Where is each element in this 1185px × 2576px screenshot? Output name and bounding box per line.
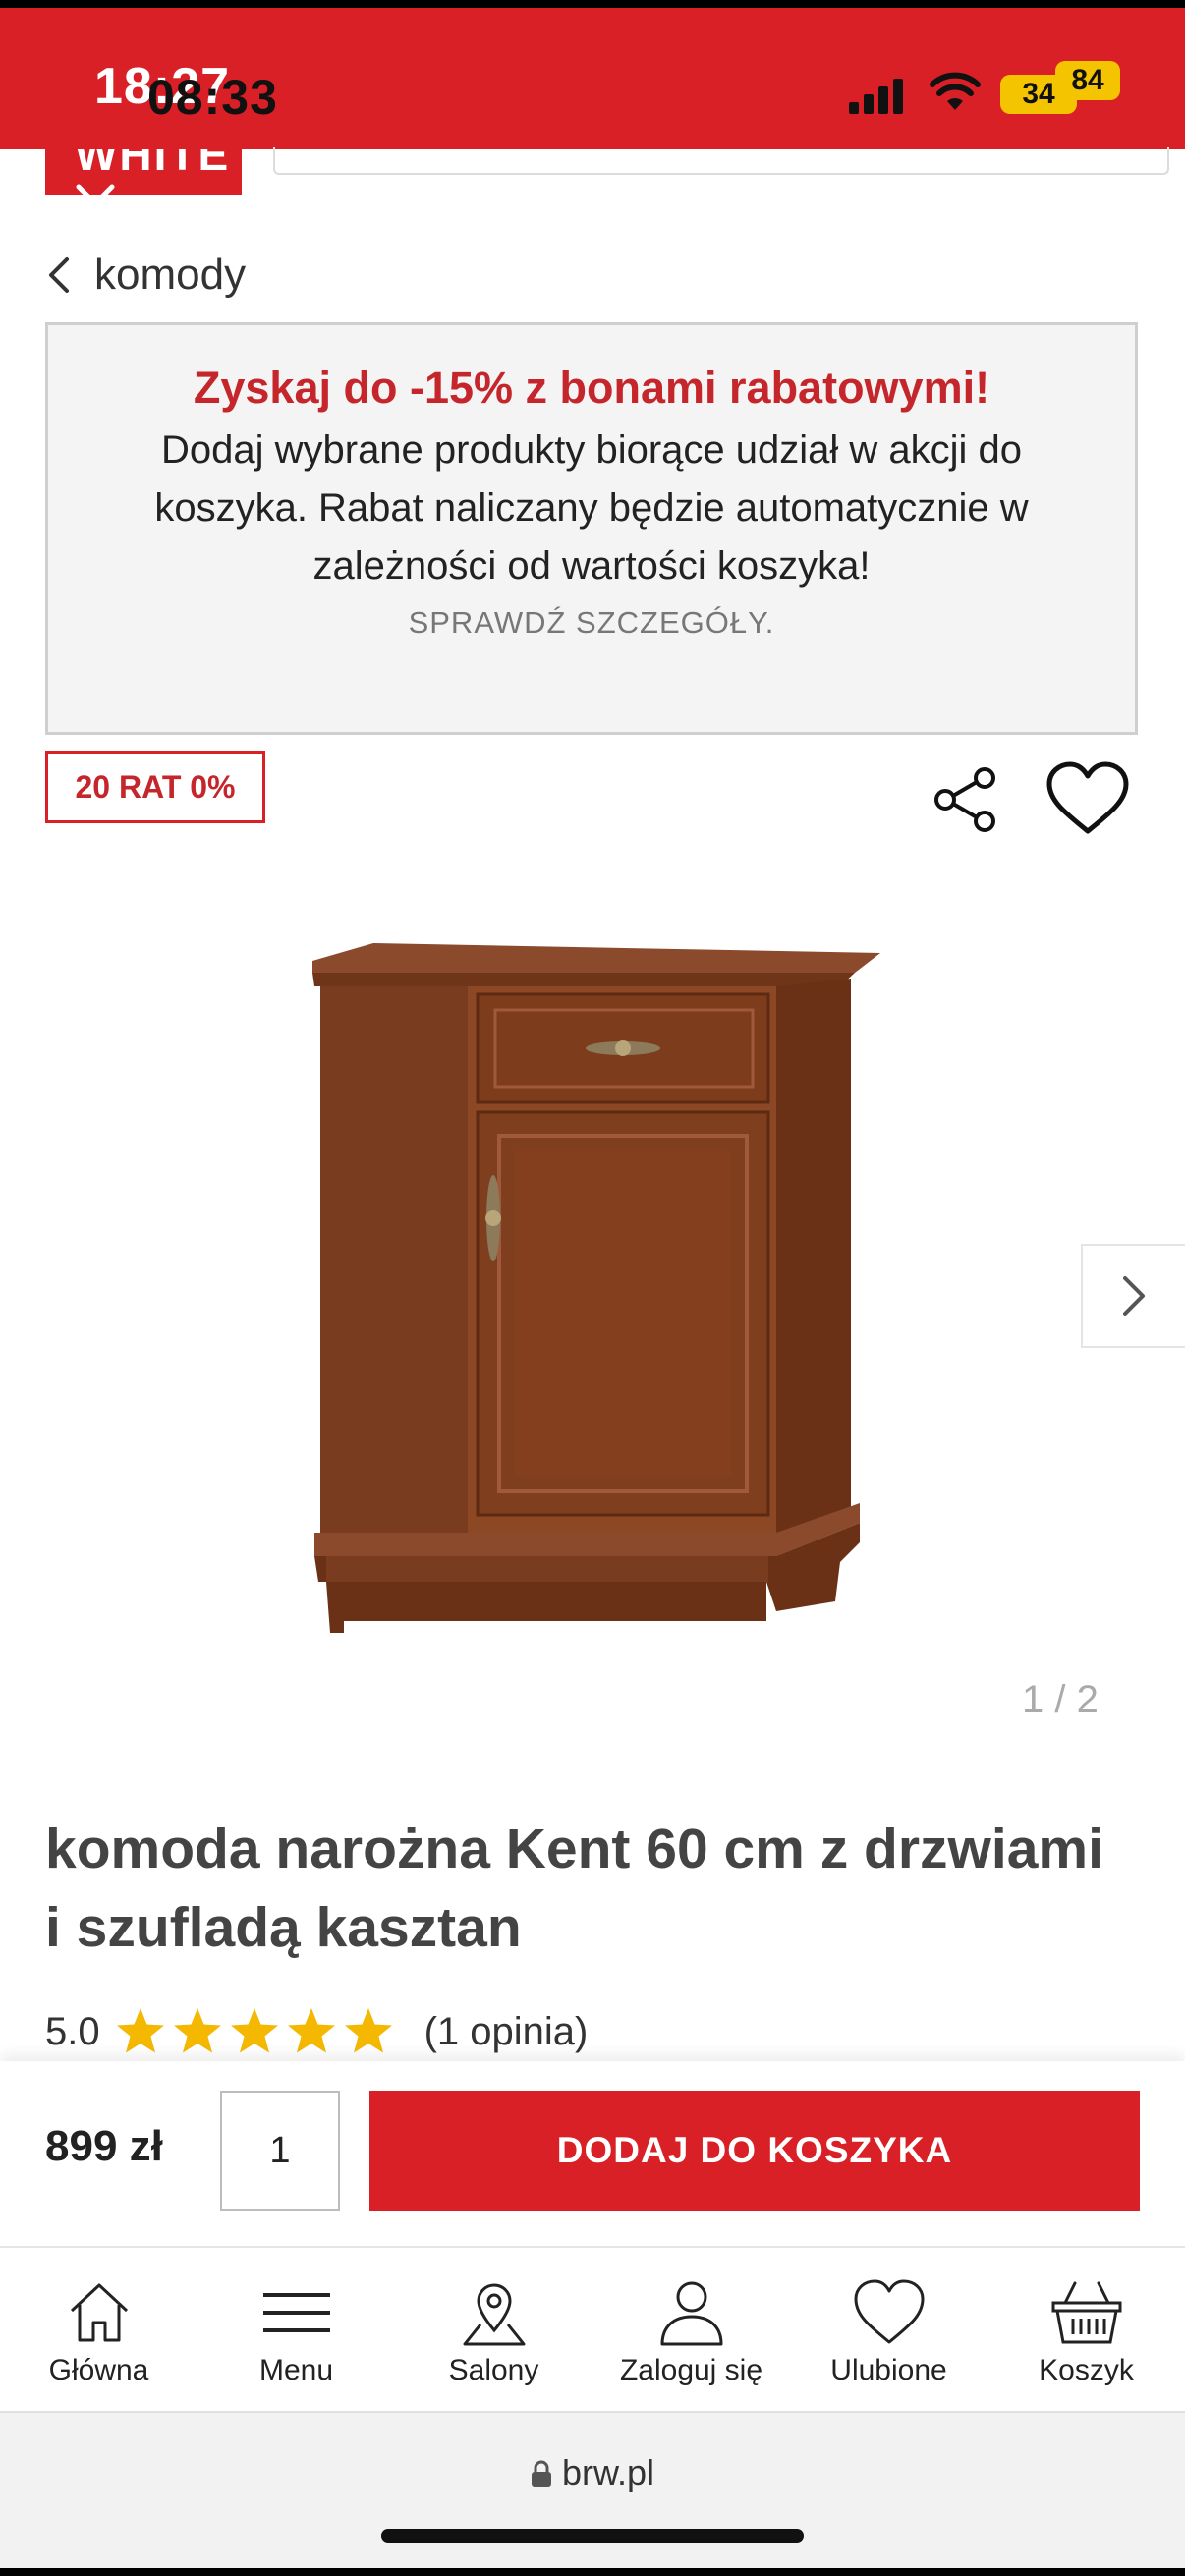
promo-banner: Zyskaj do -15% z bonami rabatowymi! Doda…: [45, 322, 1138, 735]
installment-badge: 20 RAT 0%: [45, 751, 265, 823]
basket-icon: [1051, 2281, 1121, 2344]
url-display[interactable]: brw.pl: [0, 2452, 1185, 2493]
url-text: brw.pl: [561, 2452, 655, 2492]
nav-label-favorites: Ulubione: [830, 2354, 947, 2386]
breadcrumb-back-link[interactable]: komody: [45, 246, 246, 305]
product-title: komoda narożna Kent 60 cm z drzwiami i s…: [45, 1818, 1103, 1959]
promo-details-link[interactable]: SPRAWDŹ SZCZEGÓŁY.: [48, 605, 1135, 641]
status-time-front: 08:33: [147, 70, 278, 125]
star-icon: [116, 2008, 164, 2053]
nav-label-cart: Koszyk: [1039, 2354, 1134, 2386]
rating-value: 5.0: [45, 2009, 100, 2053]
wifi-icon: [930, 72, 981, 110]
heart-icon: [854, 2279, 924, 2344]
buy-bar: 899 zł 1 DODAJ DO KOSZYKA: [0, 2061, 1185, 2246]
star-icon: [230, 2008, 278, 2053]
nav-label-stores: Salony: [448, 2354, 539, 2386]
rating-stars: [114, 2005, 399, 2058]
promo-text: Dodaj wybrane produkty biorące udział w …: [154, 428, 1029, 588]
product-image[interactable]: [305, 933, 884, 1641]
nav-item-login[interactable]: Zaloguj się: [592, 2248, 790, 2411]
nav-label-home: Główna: [48, 2354, 149, 2386]
bottom-navigation: Główna Menu Salony Zaloguj się Ulubione: [0, 2246, 1185, 2411]
chevron-right-icon: [1123, 1276, 1145, 1316]
nav-item-stores[interactable]: Salony: [395, 2248, 592, 2411]
breadcrumb-label: komody: [94, 251, 247, 299]
promo-title: Zyskaj do -15% z bonami rabatowymi!: [193, 363, 990, 413]
star-icon: [344, 2008, 392, 2053]
status-bar: 18:27 08:33 34 84: [0, 0, 1185, 149]
gallery-next-button[interactable]: [1081, 1244, 1185, 1348]
star-icon: [287, 2008, 335, 2053]
home-indicator[interactable]: [381, 2529, 804, 2543]
gallery-pager: 1 / 2: [1022, 1678, 1099, 1721]
screen-frame-top: [0, 0, 1185, 8]
rating-count: (1 opinia): [423, 2009, 589, 2053]
chevron-left-icon: [49, 257, 69, 293]
user-icon: [660, 2281, 722, 2346]
brand-logo-text: WHITE: [75, 149, 231, 180]
nav-item-cart[interactable]: Koszyk: [988, 2248, 1185, 2411]
close-icon[interactable]: [73, 181, 118, 226]
map-pin-icon: [463, 2283, 525, 2346]
home-icon: [70, 2283, 128, 2342]
browser-url-bar[interactable]: brw.pl: [0, 2411, 1185, 2576]
search-bar[interactable]: [273, 147, 1169, 175]
quantity-input[interactable]: 1: [220, 2091, 340, 2211]
share-icon[interactable]: [928, 760, 1006, 839]
star-icon: [173, 2008, 221, 2053]
nav-item-menu[interactable]: Menu: [198, 2248, 395, 2411]
nav-label-menu: Menu: [258, 2354, 334, 2386]
cellular-signal-icon: [849, 79, 906, 114]
nav-label-login: Zaloguj się: [619, 2354, 763, 2386]
product-price: 899 zł: [45, 2122, 163, 2170]
battery-indicator-b: 84: [1055, 61, 1120, 100]
nav-item-favorites[interactable]: Ulubione: [790, 2248, 988, 2411]
nav-item-home[interactable]: Główna: [0, 2248, 198, 2411]
add-to-cart-button[interactable]: DODAJ DO KOSZYKA: [369, 2091, 1140, 2211]
product-rating[interactable]: 5.0 (1 opinia): [45, 2000, 588, 2063]
screen-frame-bottom: [0, 2568, 1185, 2576]
menu-icon: [262, 2293, 330, 2332]
lock-icon: [531, 2460, 551, 2487]
favorite-heart-icon[interactable]: [1044, 760, 1132, 839]
